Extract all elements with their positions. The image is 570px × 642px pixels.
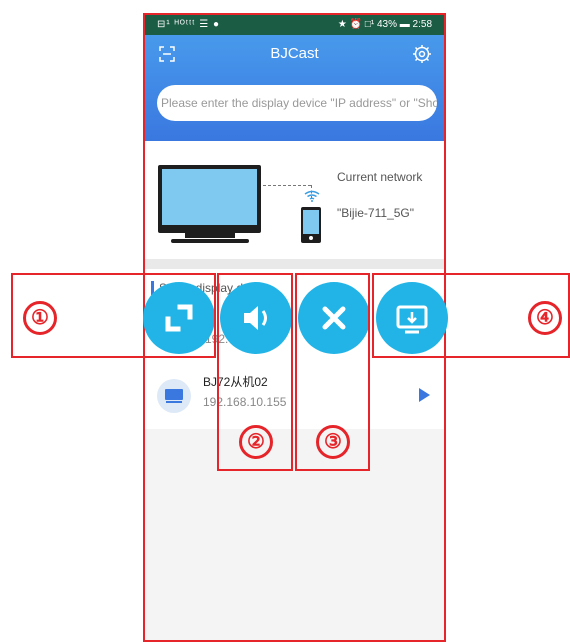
annotation-number-2: ② [239, 425, 273, 459]
status-right: ★ ⏰ □¹ 43% ▬ 2:58 [337, 19, 432, 30]
tv-base [171, 239, 249, 243]
annotation-number-3: ③ [316, 425, 350, 459]
status-bar: ⊟¹ ᴴᴼᵗᵗᵗ ☰ ● ★ ⏰ □¹ 43% ▬ 2:58 [145, 15, 444, 35]
gear-icon[interactable] [412, 44, 432, 64]
network-label: Current network [337, 170, 423, 184]
app-title: BJCast [270, 45, 319, 62]
phone-icon [301, 207, 321, 243]
annotation-number-4: ④ [528, 301, 562, 335]
tv-stand [185, 233, 235, 238]
divider [145, 259, 444, 269]
play-icon[interactable] [419, 388, 430, 402]
app-header: ⊟¹ ᴴᴼᵗᵗᵗ ☰ ● ★ ⏰ □¹ 43% ▬ 2:58 BJCast [145, 15, 444, 141]
monitor-icon [157, 379, 191, 413]
search-field[interactable] [157, 85, 437, 121]
wifi-icon [304, 189, 320, 202]
tv-icon [158, 165, 261, 233]
search-input[interactable] [157, 85, 437, 121]
annotation-number-1: ① [23, 301, 57, 335]
connection-line [263, 185, 311, 186]
network-name: "Bijie-711_5G" [337, 206, 415, 220]
network-card: Current network "Bijie-711_5G" [145, 141, 444, 259]
status-left: ⊟¹ ᴴᴼᵗᵗᵗ ☰ ● [157, 19, 221, 30]
